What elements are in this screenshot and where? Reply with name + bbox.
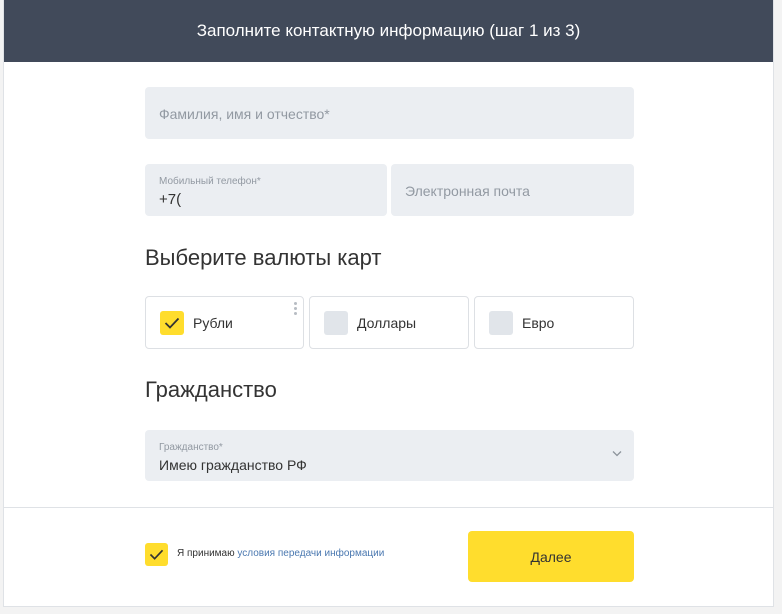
usd-label: Доллары xyxy=(357,315,417,331)
agree-checkbox[interactable] xyxy=(145,543,168,566)
currency-option-usd[interactable]: Доллары xyxy=(309,296,469,349)
header-title: Заполните контактную информацию (шаг 1 и… xyxy=(196,21,581,40)
citizenship-value: Имею гражданство РФ xyxy=(159,457,307,473)
full-name-placeholder: Фамилия, имя и отчество* xyxy=(159,106,330,122)
eur-checkbox[interactable] xyxy=(489,311,513,335)
usd-checkbox[interactable] xyxy=(324,311,348,335)
phone-label: Мобильный телефон* xyxy=(159,176,261,187)
citizenship-select[interactable]: Гражданство* Имею гражданство РФ xyxy=(145,430,634,481)
footer-divider xyxy=(4,507,773,508)
email-placeholder: Электронная почта xyxy=(405,183,530,199)
currencies-title: Выберите валюты карт xyxy=(145,245,382,270)
full-name-field[interactable]: Фамилия, имя и отчество* xyxy=(145,87,634,139)
next-button[interactable]: Далее xyxy=(468,531,634,582)
phone-value: +7( xyxy=(159,191,182,208)
form-header: Заполните контактную информацию (шаг 1 и… xyxy=(4,0,773,62)
chevron-down-icon xyxy=(612,451,622,457)
check-icon xyxy=(149,549,164,560)
check-icon xyxy=(164,317,180,329)
rub-checkbox[interactable] xyxy=(160,311,184,335)
agree-text: Я принимаю условия передачи информации xyxy=(177,548,384,559)
citizenship-title: Гражданство xyxy=(145,377,277,402)
citizenship-label: Гражданство* xyxy=(159,442,223,453)
email-field[interactable]: Электронная почта xyxy=(391,164,634,216)
eur-label: Евро xyxy=(522,315,555,331)
rub-label: Рубли xyxy=(193,315,233,331)
phone-field[interactable]: Мобильный телефон* +7( xyxy=(145,164,387,216)
more-options-icon[interactable] xyxy=(294,302,298,317)
currency-option-eur[interactable]: Евро xyxy=(474,296,634,349)
agree-prefix: Я принимаю xyxy=(177,548,235,559)
terms-link[interactable]: условия передачи информации xyxy=(237,548,384,559)
form-frame: Заполните контактную информацию (шаг 1 и… xyxy=(3,0,774,607)
currency-option-rub[interactable]: Рубли xyxy=(145,296,304,349)
